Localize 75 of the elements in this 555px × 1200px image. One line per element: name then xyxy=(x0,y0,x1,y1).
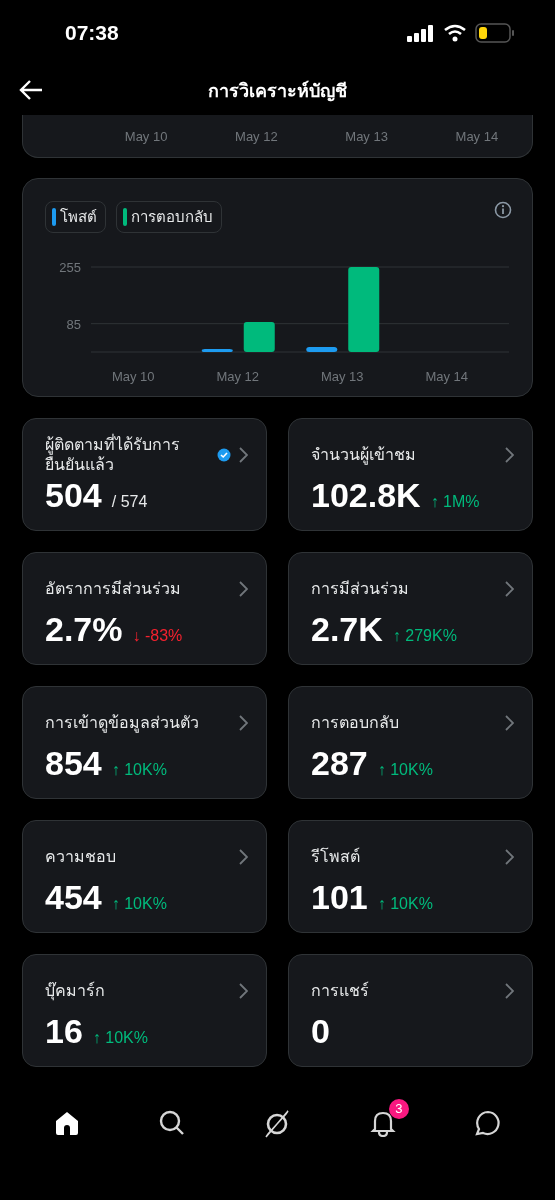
stat-label: รีโพสต์ xyxy=(311,847,360,867)
bar xyxy=(306,347,338,352)
stat-value: 102.8K xyxy=(311,477,421,513)
stat-card[interactable]: การแชร์ 0 xyxy=(288,954,533,1067)
stat-label: จำนวนผู้เข้าชม xyxy=(311,445,416,465)
stat-value: 2.7K xyxy=(311,611,383,647)
signal-icon xyxy=(407,23,435,42)
stat-card[interactable]: การเข้าดูข้อมูลส่วนตัว 854 ↑ 10K% xyxy=(22,686,267,799)
stat-change: ↑ 10K% xyxy=(111,895,167,913)
stat-change: ↑ 10K% xyxy=(377,895,433,913)
back-button[interactable] xyxy=(18,78,44,102)
stat-value: 504 xyxy=(45,477,102,513)
stat-value: 0 xyxy=(311,1013,330,1049)
legend-item: โพสต์ xyxy=(45,201,106,233)
chevron-right-icon xyxy=(505,849,514,865)
chevron-right-icon xyxy=(239,715,248,731)
stat-value: 454 xyxy=(45,879,102,915)
notifications-icon xyxy=(368,1109,397,1137)
stat-change: ↑ 1M% xyxy=(430,493,480,511)
status-time: 07:38 xyxy=(65,20,119,45)
info-icon[interactable] xyxy=(494,201,512,219)
stat-card[interactable]: การตอบกลับ 287 ↑ 10K% xyxy=(288,686,533,799)
stat-label: การตอบกลับ xyxy=(311,713,399,733)
stat-card[interactable]: ผู้ติดตามที่ได้รับการยืนยันแล้ว 504 / 574 xyxy=(22,418,267,531)
stat-change: ↓ -83% xyxy=(132,627,183,645)
y-tick-label: 255 xyxy=(59,260,81,275)
stat-change: ↑ 279K% xyxy=(392,627,457,645)
x-tick-label: May 13 xyxy=(344,128,389,144)
x-tick-label: May 12 xyxy=(234,128,279,144)
stat-value: 101 xyxy=(311,879,368,915)
notification-badge: 3 xyxy=(388,1099,409,1119)
chevron-right-icon xyxy=(239,581,248,597)
stat-label: อัตราการมีส่วนร่วม xyxy=(45,579,181,599)
stat-card[interactable]: ความชอบ 454 ↑ 10K% xyxy=(22,820,267,933)
battery-icon xyxy=(475,22,515,43)
x-tick-label: May 10 xyxy=(111,369,155,384)
x-tick-label: May 14 xyxy=(454,128,500,144)
y-tick-label: 85 xyxy=(66,316,81,332)
x-tick-label: May 13 xyxy=(320,369,364,384)
legend-item: การตอบกลับ xyxy=(116,201,222,233)
stat-value: 287 xyxy=(311,745,368,781)
chat-icon xyxy=(474,1109,503,1137)
chevron-right-icon xyxy=(505,983,514,999)
stat-value: 16 xyxy=(45,1013,83,1049)
chevron-right-icon xyxy=(239,447,248,463)
chevron-right-icon xyxy=(239,983,248,999)
stat-label: ผู้ติดตามที่ได้รับการยืนยันแล้ว xyxy=(45,435,181,475)
bar xyxy=(243,322,275,352)
stat-label: บุ๊คมาร์ก xyxy=(45,981,105,1001)
stat-card[interactable]: การมีส่วนร่วม 2.7K ↑ 279K% xyxy=(288,552,533,665)
stat-label: การมีส่วนร่วม xyxy=(311,579,409,599)
stat-label: ความชอบ xyxy=(45,847,116,867)
stat-change: ↑ 10K% xyxy=(377,761,433,779)
stat-label: การเข้าดูข้อมูลส่วนตัว xyxy=(45,713,199,733)
bar xyxy=(201,349,233,352)
chevron-right-icon xyxy=(505,447,514,463)
chevron-right-icon xyxy=(505,581,514,597)
chevron-right-icon xyxy=(505,715,514,731)
stat-card[interactable]: จำนวนผู้เข้าชม 102.8K ↑ 1M% xyxy=(288,418,533,531)
stat-card[interactable]: อัตราการมีส่วนร่วม 2.7% ↓ -83% xyxy=(22,552,267,665)
stat-card[interactable]: รีโพสต์ 101 ↑ 10K% xyxy=(288,820,533,933)
stat-change: ↑ 10K% xyxy=(111,761,167,779)
stat-value: 2.7% xyxy=(45,611,123,647)
wifi-icon xyxy=(443,23,467,42)
stat-card[interactable]: บุ๊คมาร์ก 16 ↑ 10K% xyxy=(22,954,267,1067)
stat-label: การแชร์ xyxy=(311,981,369,1001)
x-tick-label: May 10 xyxy=(123,128,169,144)
stat-value: 854 xyxy=(45,745,102,781)
chevron-right-icon xyxy=(239,849,248,865)
tab-bar-button[interactable]: 3 xyxy=(355,1099,410,1141)
x-tick-label: May 12 xyxy=(216,369,260,384)
x-tick-label: May 14 xyxy=(425,369,469,384)
stat-change: ↑ 10K% xyxy=(92,1029,148,1047)
stat-total: / 574 xyxy=(111,493,148,511)
page-title: การวิเคราะห์บัญชี xyxy=(208,78,347,104)
